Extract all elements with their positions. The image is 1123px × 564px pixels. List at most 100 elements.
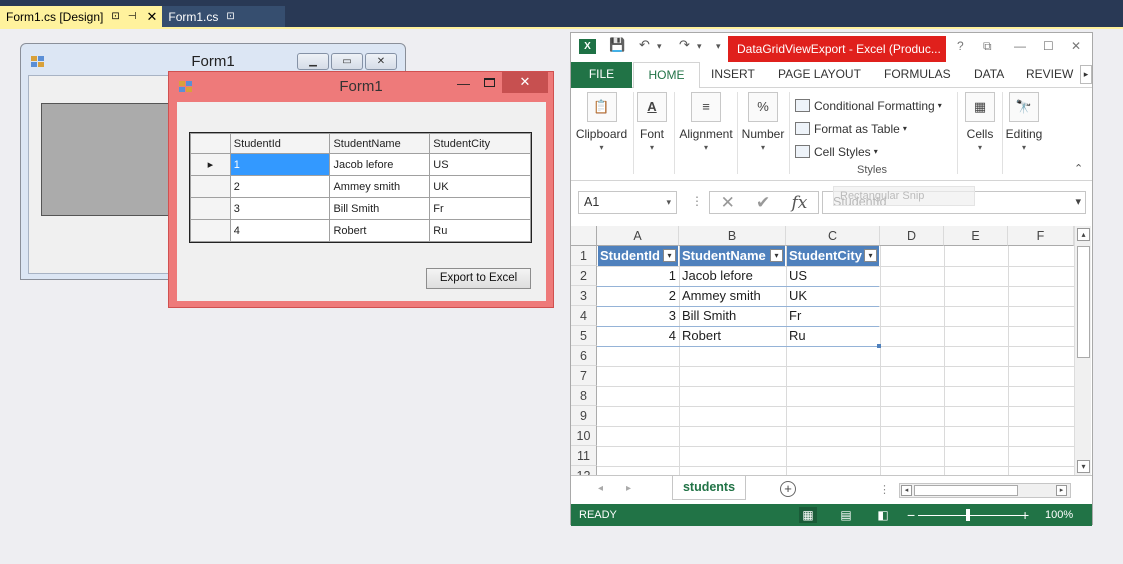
vertical-scrollbar[interactable]: ▴ ▾ (1074, 226, 1091, 475)
tab-page-layout[interactable]: PAGE LAYOUT (778, 62, 861, 88)
maximize-button[interactable]: ▭ (331, 53, 363, 70)
table-row[interactable]: 2 Ammey smith UK (190, 175, 531, 198)
current-row-indicator[interactable]: ▸ (190, 153, 231, 176)
row-header[interactable]: 11 (571, 446, 597, 466)
cell-styles-button[interactable]: Cell Styles ▾ (795, 140, 942, 163)
save-icon[interactable]: 💾 (609, 37, 625, 53)
row-header[interactable]: 1 (571, 246, 597, 266)
cells-group[interactable]: ▦ Cells ▾ (961, 92, 999, 152)
normal-view-icon[interactable]: ▦ (799, 507, 817, 523)
grid-cell[interactable]: US (429, 153, 531, 176)
tab-scroll-right-icon[interactable]: ▸ (1080, 65, 1092, 84)
tab-data[interactable]: DATA (974, 62, 1004, 88)
customize-qat-icon[interactable]: ▾ (716, 41, 721, 52)
column-header-e[interactable]: E (944, 226, 1008, 246)
select-all-corner[interactable] (571, 226, 597, 246)
table-header-cell[interactable]: StudentCity ▾ (787, 246, 879, 266)
column-header-b[interactable]: B (679, 226, 786, 246)
column-header-c[interactable]: C (786, 226, 880, 246)
grid-cell[interactable]: Ru (429, 219, 531, 242)
row-header[interactable]: 8 (571, 386, 597, 406)
table-header-cell[interactable]: StudentName ▾ (680, 246, 785, 266)
page-break-view-icon[interactable]: ◧ (874, 507, 892, 523)
row-header[interactable] (190, 219, 231, 242)
grid-cell[interactable]: Jacob lefore (329, 153, 431, 176)
grid-cell[interactable]: Fr (429, 197, 531, 220)
zoom-slider-thumb[interactable] (966, 509, 970, 521)
filter-dropdown-icon[interactable]: ▾ (663, 249, 676, 262)
page-layout-view-icon[interactable]: ▤ (837, 507, 855, 523)
scroll-thumb[interactable] (1077, 246, 1090, 358)
redo-dropdown-icon[interactable]: ▾ (697, 41, 702, 52)
grid-cell[interactable]: UK (429, 175, 531, 198)
clipboard-group[interactable]: 📋 Clipboard ▾ (574, 92, 629, 152)
grid-cell[interactable]: 2 (229, 175, 331, 198)
zoom-slider-track[interactable] (918, 515, 1022, 516)
maximize-button[interactable] (484, 78, 495, 87)
tab-insert[interactable]: INSERT (711, 62, 755, 88)
undo-icon[interactable]: ↶ (639, 37, 650, 53)
editing-group[interactable]: 🔭 Editing ▾ (1004, 92, 1044, 152)
table-cell[interactable]: UK (789, 286, 877, 306)
grid-cell[interactable]: 4 (229, 219, 331, 242)
pin-icon[interactable]: ⊡ (226, 11, 279, 22)
table-row[interactable]: 3 Bill Smith Fr (190, 197, 531, 220)
grid-cell[interactable]: 1 (229, 153, 331, 176)
zoom-level[interactable]: 100% (1045, 504, 1073, 526)
grid-cell[interactable]: 3 (229, 197, 331, 220)
column-header-f[interactable]: F (1008, 226, 1074, 246)
table-cell[interactable]: 2 (598, 286, 676, 306)
redo-icon[interactable]: ↷ (679, 37, 690, 53)
row-header[interactable]: 4 (571, 306, 597, 326)
tab-formulas[interactable]: FORMULAS (884, 62, 951, 88)
row-header[interactable] (190, 175, 231, 198)
table-cell[interactable]: Fr (789, 306, 877, 326)
table-header-cell[interactable]: StudentId ▾ (598, 246, 678, 266)
table-cell[interactable]: Robert (682, 326, 784, 346)
table-cell[interactable]: Bill Smith (682, 306, 784, 326)
alignment-group[interactable]: ≡ Alignment ▾ (676, 92, 736, 152)
row-header[interactable]: 7 (571, 366, 597, 386)
formula-bar-grip-icon[interactable]: ⋮ (691, 194, 703, 208)
row-header[interactable] (190, 197, 231, 220)
scroll-down-icon[interactable]: ▾ (1077, 460, 1090, 473)
tab-home[interactable]: HOME (633, 62, 700, 89)
add-sheet-icon[interactable]: + (780, 481, 796, 497)
sheet-tab-students[interactable]: students (672, 476, 746, 500)
excel-logo-icon[interactable]: X (579, 39, 596, 54)
worksheet-grid[interactable]: A B C D E F 1 2 3 4 5 6 7 8 9 10 11 12 (571, 226, 1092, 475)
collapse-ribbon-icon[interactable]: ⌃ (1074, 162, 1083, 175)
grid-cell[interactable]: Bill Smith (329, 197, 431, 220)
close-button[interactable]: ✕ (365, 53, 397, 70)
table-cell[interactable]: 3 (598, 306, 676, 326)
minimize-button[interactable]: ▁ (297, 53, 329, 70)
table-cell[interactable]: 1 (598, 266, 676, 286)
close-button[interactable]: ✕ (502, 72, 548, 93)
scroll-up-icon[interactable]: ▴ (1077, 228, 1090, 241)
pin-icon[interactable]: ⊡ (111, 11, 119, 22)
row-header[interactable]: 9 (571, 406, 597, 426)
running-form-window[interactable]: Form1 — ✕ StudentId StudentName StudentC… (168, 71, 554, 308)
expand-formula-bar-icon[interactable]: ▾ (1075, 192, 1081, 213)
table-row[interactable]: 4 Robert Ru (190, 219, 531, 242)
tab-file[interactable]: FILE (571, 62, 632, 88)
row-header[interactable]: 6 (571, 346, 597, 366)
table-resize-handle[interactable] (877, 344, 881, 348)
close-icon[interactable]: ✕ (1071, 39, 1081, 53)
column-header[interactable]: StudentCity (429, 133, 531, 154)
row-header[interactable]: 5 (571, 326, 597, 346)
scroll-thumb[interactable] (914, 485, 1018, 496)
close-tab-icon[interactable]: ✕ (146, 9, 157, 25)
column-header-a[interactable]: A (597, 226, 679, 246)
export-to-excel-button[interactable]: Export to Excel (426, 268, 531, 289)
sheet-prev-icon[interactable]: ◂ (598, 483, 603, 494)
table-row[interactable]: ▸ 1 Jacob lefore US (190, 153, 531, 176)
scroll-right-icon[interactable]: ▸ (1056, 485, 1067, 496)
student-datagridview[interactable]: StudentId StudentName StudentCity ▸ 1 Ja… (189, 132, 532, 243)
keep-open-icon[interactable]: ⊣ (128, 11, 137, 22)
scroll-left-icon[interactable]: ◂ (901, 485, 912, 496)
corner-header[interactable] (190, 133, 231, 154)
table-cell[interactable]: Jacob lefore (682, 266, 784, 286)
sheet-next-icon[interactable]: ▸ (626, 483, 631, 494)
tab-form1-code[interactable]: Form1.cs ⊡ (162, 6, 285, 27)
